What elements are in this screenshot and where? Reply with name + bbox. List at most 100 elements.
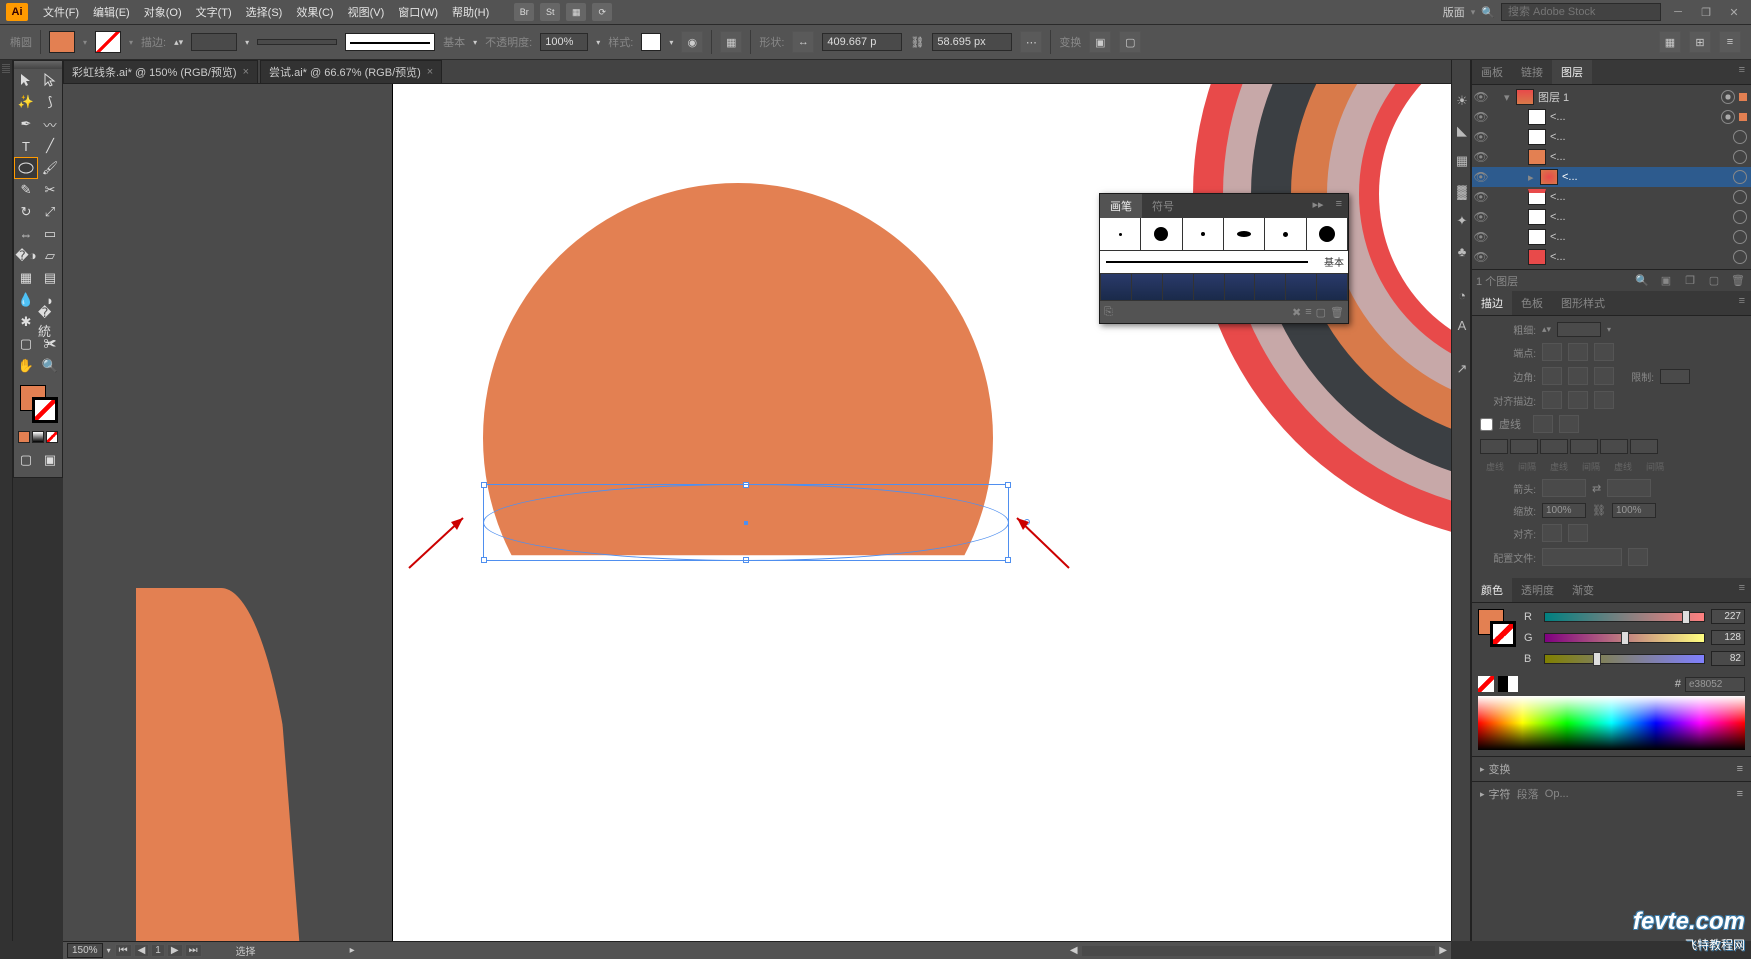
- doc-tab-1[interactable]: 彩虹线条.ai* @ 150% (RGB/预览)×: [63, 60, 258, 83]
- workspace-switcher[interactable]: 版面: [1443, 4, 1465, 20]
- layer-name[interactable]: <...: [1550, 231, 1729, 243]
- r-slider[interactable]: [1544, 612, 1705, 622]
- menu-window[interactable]: 窗口(W): [391, 4, 445, 20]
- g-slider[interactable]: [1544, 633, 1705, 643]
- opacity-input[interactable]: [540, 33, 588, 51]
- shape-width-icon[interactable]: ↔: [792, 31, 814, 53]
- visibility-toggle[interactable]: 👁: [1472, 170, 1490, 184]
- screen-mode-normal[interactable]: ▢: [14, 449, 38, 471]
- brush-swatch[interactable]: [1141, 218, 1182, 250]
- collapse-icon[interactable]: ▸▸: [1307, 194, 1330, 218]
- b-value[interactable]: 82: [1711, 651, 1745, 666]
- character-panel-collapsed[interactable]: ▸字符 段落 Op...≡: [1472, 781, 1751, 806]
- menu-type[interactable]: 文字(T): [189, 4, 239, 20]
- target-icon[interactable]: [1721, 90, 1735, 104]
- corner-round-icon[interactable]: [1568, 367, 1588, 385]
- profile-dropdown[interactable]: [1542, 548, 1622, 566]
- window-minimize[interactable]: ─: [1667, 6, 1689, 18]
- visibility-toggle[interactable]: 👁: [1472, 130, 1490, 144]
- dash-field[interactable]: [1600, 439, 1628, 454]
- style-swatch[interactable]: [641, 33, 661, 51]
- fill-swatch[interactable]: [49, 31, 75, 53]
- dash-checkbox[interactable]: [1480, 418, 1493, 431]
- none-swatch-icon[interactable]: [1478, 676, 1494, 692]
- target-icon[interactable]: [1733, 250, 1747, 264]
- ellipse-tool[interactable]: [14, 157, 38, 179]
- swap-arrow-icon[interactable]: ⇄: [1592, 482, 1601, 495]
- panel-menu-icon[interactable]: ≡: [1719, 31, 1741, 53]
- visibility-toggle[interactable]: 👁: [1472, 150, 1490, 164]
- gap-field[interactable]: [1510, 439, 1538, 454]
- mesh-tool[interactable]: ▦: [14, 267, 38, 289]
- sublayer-row[interactable]: 👁 <...: [1472, 127, 1751, 147]
- layer-name[interactable]: <...: [1550, 111, 1717, 123]
- toolbox-grip[interactable]: [14, 61, 62, 69]
- isolate2-icon[interactable]: ▢: [1119, 31, 1141, 53]
- visibility-toggle[interactable]: 👁: [1472, 90, 1490, 104]
- width-tool[interactable]: ⇔: [14, 223, 38, 245]
- artboard-number[interactable]: 1: [151, 944, 165, 957]
- none-color-icon[interactable]: [46, 431, 58, 443]
- tab-links[interactable]: 链接: [1512, 60, 1552, 84]
- close-icon[interactable]: ×: [243, 66, 249, 78]
- layer-name[interactable]: <...: [1562, 171, 1729, 183]
- dash-field[interactable]: [1540, 439, 1568, 454]
- dash-align-icon[interactable]: [1559, 415, 1579, 433]
- gap-field[interactable]: [1630, 439, 1658, 454]
- curvature-tool[interactable]: 〰: [38, 113, 62, 135]
- target-icon[interactable]: [1733, 210, 1747, 224]
- profile-flip-icon[interactable]: [1628, 548, 1648, 566]
- stroke-color-icon[interactable]: [32, 397, 58, 423]
- miter-limit-input[interactable]: [1660, 369, 1690, 384]
- align-panel-icon[interactable]: ✦: [1452, 206, 1472, 236]
- search-stock-input[interactable]: [1501, 3, 1661, 21]
- arrow-end-dropdown[interactable]: [1607, 479, 1651, 497]
- gradient-color-icon[interactable]: [32, 431, 44, 443]
- doc-tab-2[interactable]: 尝试.ai* @ 66.67% (RGB/预览)×: [260, 60, 442, 83]
- delete-brush-icon[interactable]: 🗑: [1330, 306, 1344, 319]
- sublayer-row[interactable]: 👁<...: [1472, 107, 1751, 127]
- new-layer-icon[interactable]: ▢: [1705, 274, 1723, 287]
- menu-effect[interactable]: 效果(C): [289, 4, 340, 20]
- target-icon[interactable]: [1733, 230, 1747, 244]
- screen-mode-full[interactable]: ▣: [38, 449, 62, 471]
- pen-tool[interactable]: ✒: [14, 113, 38, 135]
- tab-artboards[interactable]: 画板: [1472, 60, 1512, 84]
- white-swatch-icon[interactable]: [1508, 676, 1518, 692]
- make-clip-icon[interactable]: ▣: [1657, 274, 1675, 287]
- brushes-panel[interactable]: 画笔 符号 ▸▸ ≡ 基本 ⎘ ✖ ≡ ▢ 🗑: [1099, 193, 1349, 324]
- layer-name[interactable]: <...: [1550, 191, 1729, 203]
- brush-options-icon[interactable]: ≡: [1305, 306, 1311, 318]
- swatches-panel-icon[interactable]: ▦: [1452, 146, 1472, 176]
- arrange-icon[interactable]: ▦: [566, 3, 586, 21]
- cap-round-icon[interactable]: [1568, 343, 1588, 361]
- close-icon[interactable]: ×: [427, 66, 433, 78]
- paintbrush-tool[interactable]: 🖌: [38, 157, 62, 179]
- shaper-tool[interactable]: ✎: [14, 179, 38, 201]
- tab-stroke[interactable]: 描边: [1472, 291, 1512, 315]
- shape-width-input[interactable]: [822, 33, 902, 51]
- stroke-weight-input[interactable]: [191, 33, 237, 51]
- stroke-color-icon[interactable]: [1490, 621, 1516, 647]
- tab-symbols[interactable]: 符号: [1142, 194, 1184, 218]
- sync-icon[interactable]: ⟳: [592, 3, 612, 21]
- visibility-toggle[interactable]: 👁: [1472, 210, 1490, 224]
- arrow-align-a-icon[interactable]: [1542, 524, 1562, 542]
- type-tool[interactable]: T: [14, 135, 38, 157]
- artboard-tool[interactable]: ▢: [14, 333, 38, 355]
- solid-color-icon[interactable]: [18, 431, 30, 443]
- brushes-panel-icon[interactable]: ▓: [1452, 176, 1472, 206]
- artboard-nav[interactable]: ⏮◀1▶⏭: [115, 944, 202, 957]
- corner-bevel-icon[interactable]: [1594, 367, 1614, 385]
- menu-help[interactable]: 帮助(H): [445, 4, 496, 20]
- layer-name[interactable]: <...: [1550, 131, 1729, 143]
- panel-menu-icon[interactable]: ≡: [1733, 578, 1751, 602]
- stroke-weight-field[interactable]: [1557, 322, 1601, 337]
- resize-handle[interactable]: [481, 557, 487, 563]
- layer-name[interactable]: <...: [1550, 151, 1729, 163]
- layer-name[interactable]: 图层 1: [1538, 89, 1717, 105]
- bridge-icon[interactable]: Br: [514, 3, 534, 21]
- isolate-icon[interactable]: ▣: [1089, 31, 1111, 53]
- tab-layers[interactable]: 图层: [1552, 60, 1592, 84]
- brush-swatch[interactable]: [1183, 218, 1224, 250]
